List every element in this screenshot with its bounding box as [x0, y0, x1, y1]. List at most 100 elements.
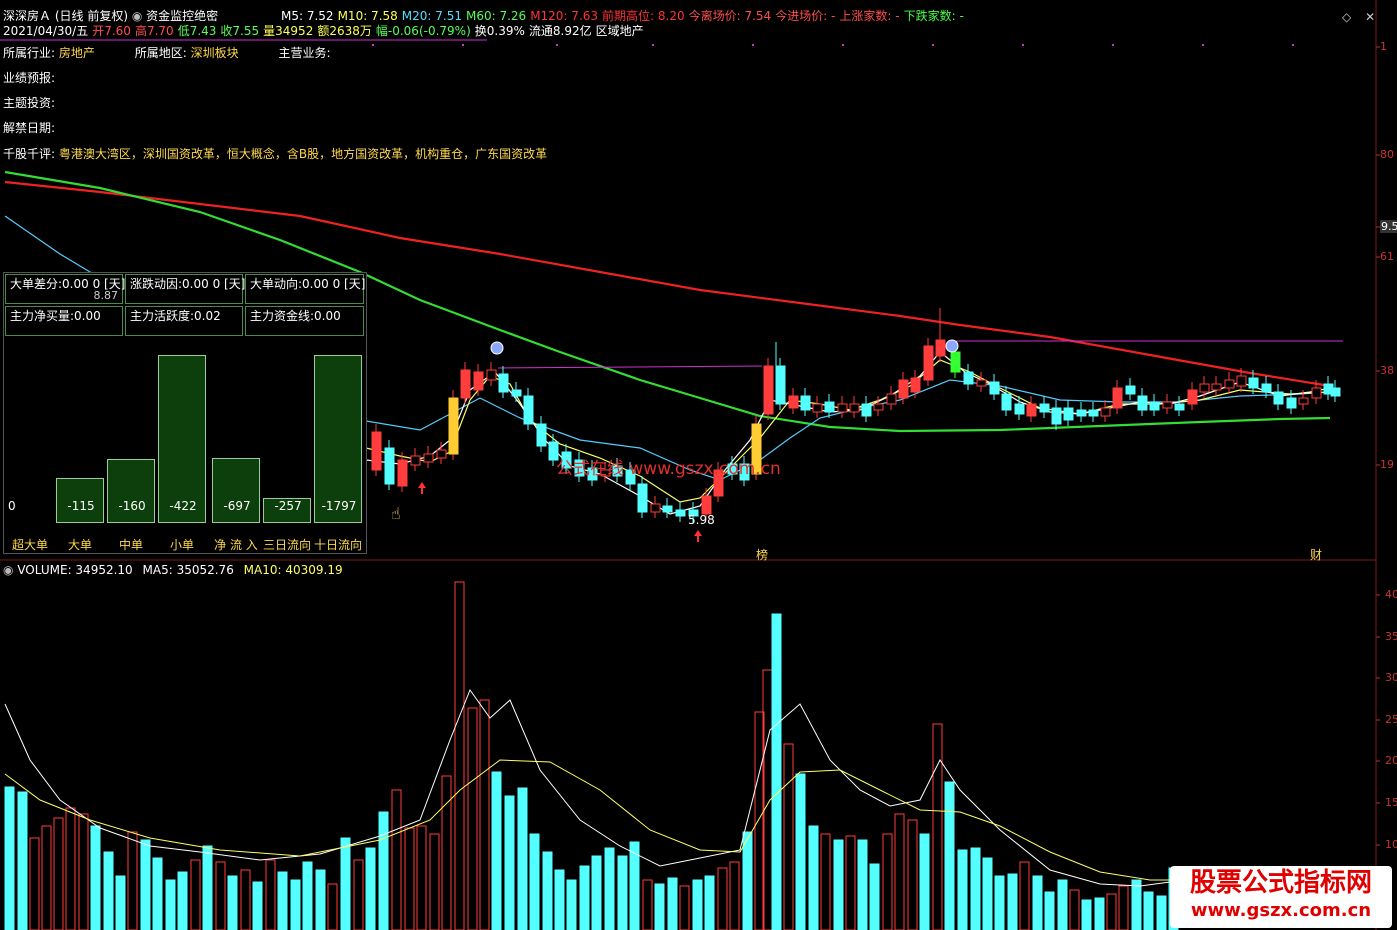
- candle-58: [1100, 407, 1111, 417]
- quote-6: 额2638万: [317, 24, 372, 38]
- top-marker: [752, 44, 754, 46]
- fund-bar-label-5: 三日流向: [262, 538, 311, 552]
- candle-13: [536, 423, 547, 447]
- volume-bar-92: [1143, 891, 1154, 930]
- watermark-box-title: 股票公式指标网: [1189, 868, 1372, 898]
- volume-axis-label-3: 25: [1385, 713, 1397, 726]
- candle-66: [1199, 383, 1210, 393]
- candle-63: [1162, 401, 1173, 409]
- ma-3: M60: 7.26: [465, 9, 527, 23]
- volume-bar-34: [429, 833, 440, 930]
- rise-fall-cause-cell[interactable]: 涨跌动因:0.00 0 [天]: [125, 274, 245, 304]
- volume-dropdown-icon[interactable]: ◉: [3, 563, 13, 577]
- fund-bar-label-3: 小单: [169, 538, 194, 552]
- fund-flow-panel: 大单差分:0.00 0 [天] 8.87 涨跌动因:0.00 0 [天] 大单动…: [3, 272, 367, 554]
- ma10-line: [365, 359, 1331, 503]
- candle-51: [1014, 403, 1025, 415]
- indicator-name[interactable]: 资金监控绝密: [146, 9, 218, 23]
- candle-23: [662, 505, 673, 513]
- volume-bar-80: [994, 875, 1005, 930]
- fund-bar-value-0: 0: [8, 499, 16, 513]
- volume-bar-72: [894, 813, 905, 930]
- volume-bar-18: [227, 875, 238, 930]
- candle-41: [886, 393, 897, 405]
- volume-bar-76: [944, 781, 955, 930]
- volume-bar-79: [982, 857, 993, 930]
- main-fund-line-cell[interactable]: 主力资金线:0.00: [245, 306, 364, 336]
- quote-10: 区域地产: [595, 24, 644, 38]
- volume-bar-39: [491, 771, 502, 930]
- volume-bar-9: [115, 875, 126, 930]
- volume-bar-21: [265, 859, 276, 930]
- volume-bar-6: [78, 813, 89, 930]
- stock-name[interactable]: 深深房Ａ: [3, 9, 51, 23]
- volume-bar-40: [504, 795, 515, 930]
- volume-axis-label-2: 30: [1385, 671, 1397, 684]
- big-order-trend-cell[interactable]: 大单动向:0.00 0 [天]: [245, 274, 365, 304]
- comment-value: 粤港澳大湾区，深圳国资改革，恒大概念，含B股，地方国资改革，机构重仓，广东国资改…: [58, 147, 548, 161]
- volume-bar-53: [667, 877, 678, 930]
- volume-bar-58: [729, 861, 740, 930]
- main-net-buy-cell[interactable]: 主力净买量:0.00: [5, 306, 123, 336]
- volume-bar-3: [41, 825, 52, 930]
- big-order-diff-cell[interactable]: 大单差分:0.00 0 [天] 8.87: [5, 274, 125, 304]
- price-mode[interactable]: (日线 前复权): [55, 9, 128, 23]
- buy-arrow-icon: [694, 530, 702, 542]
- quote-0: 2021/04/30/五: [3, 24, 89, 38]
- quote-legend: 2021/04/30/五 开7.60 高7.70 低7.43 收7.55 量34952 额2…: [3, 24, 648, 38]
- candle-10: [498, 373, 509, 393]
- fund-bar-2: [107, 459, 155, 523]
- main-activity-cell[interactable]: 主力活跃度:0.02: [125, 306, 243, 336]
- volume-bar-5: [65, 807, 76, 930]
- ma-9: 下跌家数: -: [903, 9, 964, 23]
- fund-bar-label-6: 十日流向: [313, 538, 362, 552]
- candle-48: [976, 379, 987, 387]
- collapse-icon[interactable]: ◇: [1342, 10, 1351, 24]
- business-label: 主营业务:: [278, 46, 331, 60]
- candle-57: [1088, 409, 1099, 417]
- fund-bar-label-0: 超大单: [11, 538, 48, 552]
- volume-bar-11: [140, 839, 151, 930]
- candle-1: [384, 447, 395, 485]
- close-icon[interactable]: ✕: [1365, 10, 1375, 24]
- tag-cai[interactable]: 财: [1310, 546, 1322, 563]
- volume-axis-label-1: 35: [1385, 630, 1397, 643]
- volume-bar-57: [717, 867, 728, 930]
- fund-bar-4: [212, 458, 260, 523]
- volume-axis-label-4: 20: [1385, 754, 1397, 767]
- top-marker: [1022, 44, 1024, 46]
- sell-signal-icon: [490, 341, 504, 355]
- volume-bar-22: [277, 871, 288, 930]
- volume-bar-86: [1069, 889, 1080, 930]
- volume-bar-84: [1044, 891, 1055, 930]
- candle-7: [460, 369, 471, 399]
- volume-bar-19: [240, 869, 251, 930]
- tag-bang[interactable]: 榜: [756, 546, 768, 563]
- volume-bar-26: [327, 883, 338, 930]
- candle-8: [473, 371, 484, 391]
- volume-bar-35: [441, 775, 452, 930]
- theme-label: 主题投资:: [3, 96, 56, 110]
- quote-5: 量34952: [263, 24, 314, 38]
- fund-bar-value-1: -115: [67, 499, 95, 513]
- candle-59: [1112, 387, 1123, 409]
- industry-label: 所属行业:: [3, 46, 56, 60]
- ma-7: 今进场价: -: [775, 9, 836, 23]
- candle-38: [849, 403, 860, 413]
- volume-bar-45: [566, 879, 577, 930]
- candle-2: [397, 459, 408, 487]
- volume-ma10: MA10: 40309.19: [243, 563, 343, 577]
- volume-bar-85: [1057, 879, 1068, 930]
- quote-7: 幅-0.06(-0.79%): [375, 24, 471, 38]
- fund-bar-value-4: -697: [223, 499, 251, 513]
- volume-bar-82: [1019, 861, 1030, 930]
- candle-52: [1026, 403, 1037, 417]
- candle-26: [701, 495, 712, 515]
- ma-1: M10: 7.58: [337, 9, 398, 23]
- indicator-dropdown-icon[interactable]: ◉: [132, 9, 142, 23]
- candle-43: [910, 377, 921, 393]
- price-axis-label-2: 9.51: [1380, 220, 1397, 233]
- top-marker: [462, 44, 464, 46]
- candle-72: [1273, 391, 1284, 405]
- ma-8: 上涨家数: -: [839, 9, 900, 23]
